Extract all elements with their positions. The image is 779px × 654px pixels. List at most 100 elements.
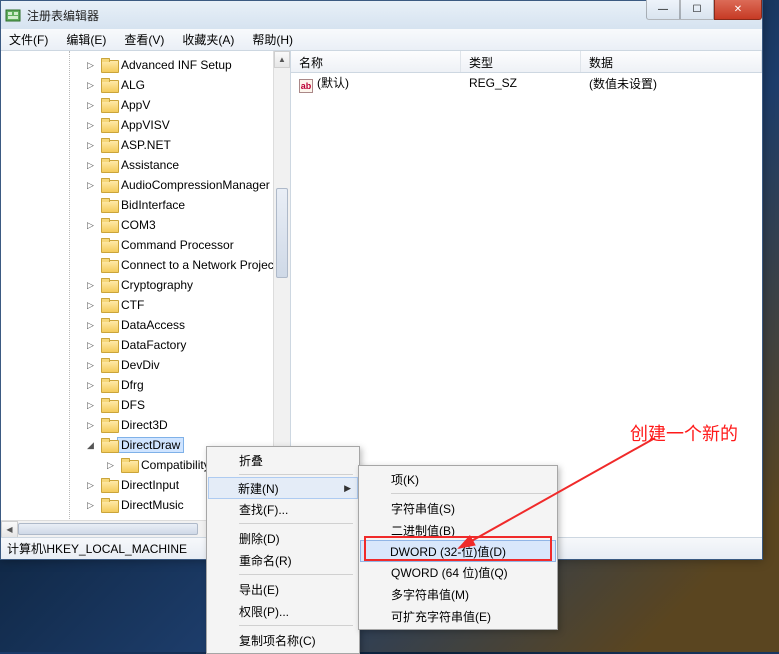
ctx-copy-key-name[interactable]: 复制项名称(C): [209, 629, 357, 651]
tree-item-label: AppVISV: [121, 118, 170, 132]
folder-icon: [101, 158, 117, 172]
tree-item[interactable]: ▷ ALG: [1, 75, 290, 95]
value-name: (默认): [317, 76, 349, 90]
twisty-closed-icon[interactable]: ▷: [87, 360, 99, 371]
tree-item[interactable]: ▷ AppVISV: [1, 115, 290, 135]
ctx-collapse[interactable]: 折叠: [209, 449, 357, 471]
tree-item[interactable]: ▷ COM3: [1, 215, 290, 235]
folder-icon: [101, 338, 117, 352]
menu-view[interactable]: 查看(V): [120, 29, 168, 50]
ctx-export[interactable]: 导出(E): [209, 578, 357, 600]
ctx-rename[interactable]: 重命名(R): [209, 549, 357, 571]
tree-item[interactable]: ▷DFS: [1, 395, 290, 415]
menu-file[interactable]: 文件(F): [5, 29, 52, 50]
scroll-left-button[interactable]: ◀: [1, 521, 18, 537]
minimize-button[interactable]: —: [646, 0, 680, 20]
titlebar: 注册表编辑器 — ☐ ✕: [1, 1, 762, 29]
folder-icon: [101, 198, 117, 212]
twisty-closed-icon[interactable]: ▷: [87, 500, 99, 511]
twisty-closed-icon[interactable]: ▷: [87, 80, 99, 91]
ctx-separator: [391, 493, 551, 494]
tree-item-label: ALG: [121, 78, 145, 92]
twisty-closed-icon[interactable]: ▷: [87, 480, 99, 491]
tree-item-label: Assistance: [121, 158, 179, 172]
tree-item[interactable]: ▷Direct3D: [1, 415, 290, 435]
tree-item[interactable]: BidInterface: [1, 195, 290, 215]
menu-favorites[interactable]: 收藏夹(A): [178, 29, 238, 50]
twisty-closed-icon[interactable]: ▷: [87, 340, 99, 351]
twisty-closed-icon[interactable]: ▷: [87, 120, 99, 131]
maximize-button[interactable]: ☐: [680, 0, 714, 20]
tree-item-label: CTF: [121, 298, 144, 312]
twisty-closed-icon[interactable]: ▷: [87, 420, 99, 431]
ctx-new-key[interactable]: 项(K): [361, 468, 555, 490]
hscroll-thumb[interactable]: [18, 523, 198, 535]
ctx-delete[interactable]: 删除(D): [209, 527, 357, 549]
ctx-new-string[interactable]: 字符串值(S): [361, 497, 555, 519]
col-name[interactable]: 名称: [291, 51, 461, 72]
list-row-default[interactable]: ab(默认) REG_SZ (数值未设置): [291, 73, 762, 93]
tree-item[interactable]: ▷ASP.NET: [1, 135, 290, 155]
folder-icon: [101, 58, 117, 72]
tree-item[interactable]: ▷Cryptography: [1, 275, 290, 295]
tree-item[interactable]: ▷ Assistance: [1, 155, 290, 175]
twisty-open-icon[interactable]: ◢: [87, 440, 99, 451]
ctx-separator: [239, 625, 353, 626]
folder-icon: [101, 358, 117, 372]
tree-item[interactable]: ▷AppV: [1, 95, 290, 115]
tree-item[interactable]: Connect to a Network Projector: [1, 255, 290, 275]
twisty-closed-icon[interactable]: ▷: [87, 140, 99, 151]
string-value-icon: ab: [299, 79, 313, 93]
tree-item[interactable]: ▷Advanced INF Setup: [1, 55, 290, 75]
twisty-closed-icon[interactable]: ▷: [87, 280, 99, 291]
twisty-closed-icon[interactable]: ▷: [107, 460, 119, 471]
twisty-closed-icon[interactable]: ▷: [87, 300, 99, 311]
tree-item[interactable]: ▷DevDiv: [1, 355, 290, 375]
twisty-closed-icon[interactable]: ▷: [87, 60, 99, 71]
tree-item[interactable]: ▷DataAccess: [1, 315, 290, 335]
ctx-new-expandstring[interactable]: 可扩充字符串值(E): [361, 605, 555, 627]
annotation-text: 创建一个新的: [630, 420, 738, 446]
tree-item[interactable]: ▷Dfrg: [1, 375, 290, 395]
cell-data: (数值未设置): [581, 73, 762, 94]
scroll-thumb[interactable]: [276, 188, 288, 278]
new-submenu: 项(K) 字符串值(S) 二进制值(B) DWORD (32-位)值(D) QW…: [358, 465, 558, 630]
twisty-closed-icon[interactable]: ▷: [87, 160, 99, 171]
folder-icon: [121, 458, 137, 472]
ctx-find[interactable]: 查找(F)...: [209, 498, 357, 520]
tree-item-label: BidInterface: [121, 198, 185, 212]
folder-icon: [101, 398, 117, 412]
ctx-new-multistring[interactable]: 多字符串值(M): [361, 583, 555, 605]
tree-item-label: DirectDraw: [117, 437, 184, 453]
col-data[interactable]: 数据: [581, 51, 762, 72]
folder-icon: [101, 98, 117, 112]
menu-edit[interactable]: 编辑(E): [62, 29, 110, 50]
twisty-closed-icon[interactable]: ▷: [87, 380, 99, 391]
ctx-permissions[interactable]: 权限(P)...: [209, 600, 357, 622]
twisty-closed-icon[interactable]: ▷: [87, 400, 99, 411]
menu-help[interactable]: 帮助(H): [248, 29, 297, 50]
ctx-new[interactable]: 新建(N)▶: [208, 477, 358, 499]
twisty-closed-icon[interactable]: ▷: [87, 220, 99, 231]
ctx-new-qword[interactable]: QWORD (64 位)值(Q): [361, 561, 555, 583]
folder-icon: [101, 78, 117, 92]
twisty-closed-icon[interactable]: ▷: [87, 100, 99, 111]
tree-item[interactable]: Command Processor: [1, 235, 290, 255]
menubar: 文件(F) 编辑(E) 查看(V) 收藏夹(A) 帮助(H): [1, 29, 762, 51]
twisty-closed-icon[interactable]: ▷: [87, 320, 99, 331]
cell-name: ab (默认): [291, 72, 461, 95]
ctx-new-dword[interactable]: DWORD (32-位)值(D): [360, 540, 556, 562]
ctx-new-binary[interactable]: 二进制值(B): [361, 519, 555, 541]
tree-item[interactable]: ▷AudioCompressionManager: [1, 175, 290, 195]
scroll-up-button[interactable]: ▲: [274, 51, 290, 68]
col-type[interactable]: 类型: [461, 51, 581, 72]
folder-icon: [101, 318, 117, 332]
folder-icon: [101, 378, 117, 392]
tree-item-label: COM3: [121, 218, 156, 232]
tree-item-label: Compatibility: [141, 458, 210, 472]
folder-icon: [101, 138, 117, 152]
tree-item[interactable]: ▷ CTF: [1, 295, 290, 315]
tree-item[interactable]: ▷DataFactory: [1, 335, 290, 355]
twisty-closed-icon[interactable]: ▷: [87, 180, 99, 191]
close-button[interactable]: ✕: [714, 0, 762, 20]
